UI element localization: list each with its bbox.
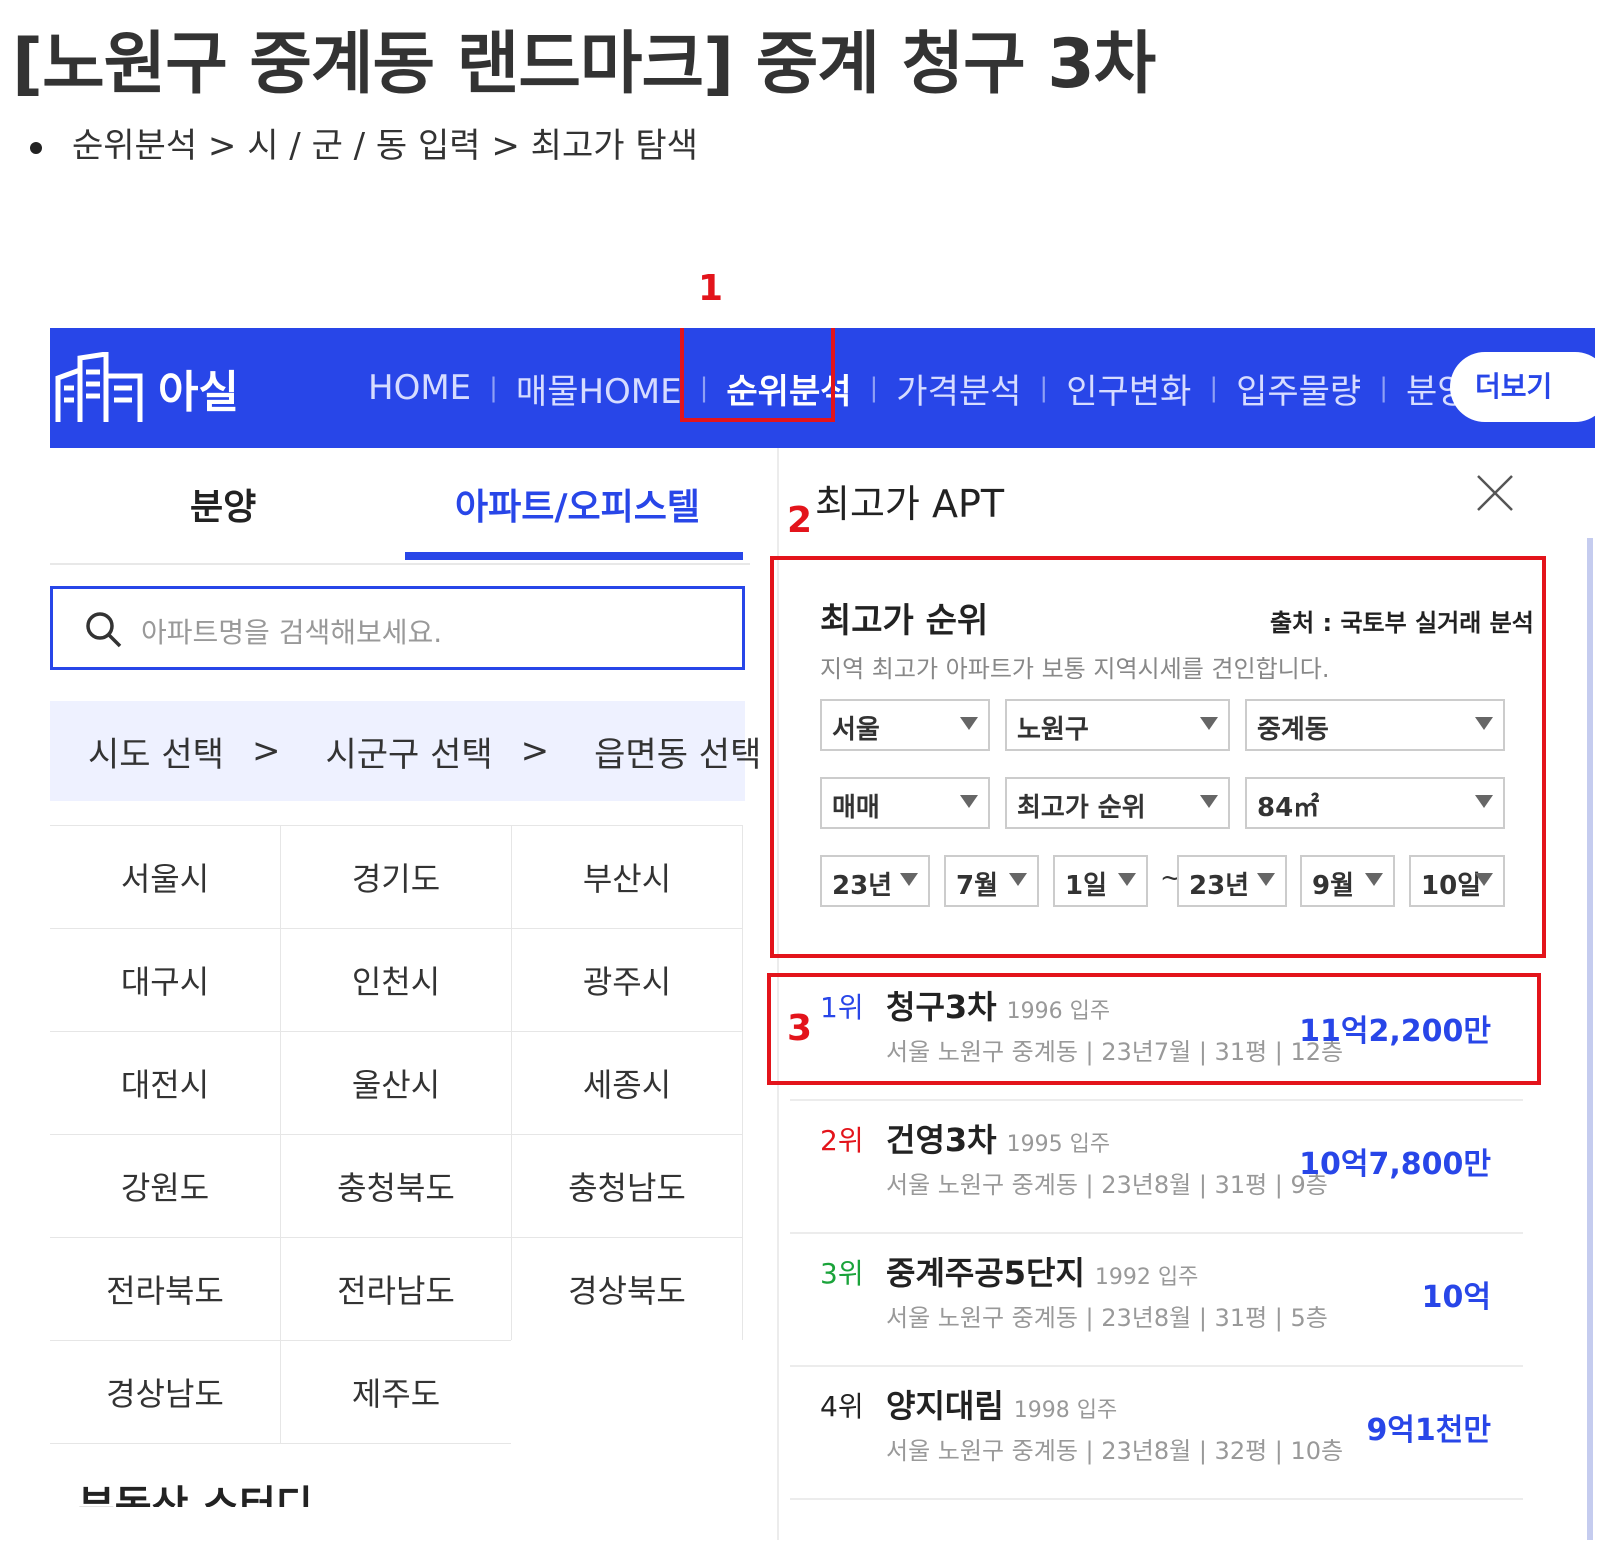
post-title: [노원구 중계동 랜드마크] 중계 청구 3차 <box>12 25 1156 104</box>
rank-number: 3위 <box>820 1257 864 1290</box>
chevron-right-icon: > <box>251 731 281 771</box>
region-cell[interactable]: 인천시 <box>280 928 512 1032</box>
chevron-right-icon: > <box>520 731 550 771</box>
annotation-number-2: 2 <box>787 500 813 541</box>
rank-row[interactable]: 3위 중계주공5단지 1992 입주서울 노원구 중계동 | 23년8월 | 31평… <box>790 1234 1523 1367</box>
rank-row[interactable]: 2위 건영3차 1995 입주서울 노원구 중계동 | 23년8월 | 31평 | … <box>790 1101 1523 1234</box>
region-cell[interactable]: 광주시 <box>511 928 743 1032</box>
nav-separator: | <box>489 373 498 403</box>
region-cell[interactable]: 제주도 <box>280 1340 512 1444</box>
region-cell[interactable]: 충청북도 <box>280 1134 512 1238</box>
annotation-number-1: 1 <box>698 268 724 309</box>
more-button[interactable]: 더보기 <box>1450 352 1595 422</box>
apartment-name: 건영3차 1995 입주 <box>886 1115 1110 1161</box>
price: 10억 <box>1421 1280 1491 1315</box>
apartment-name-text: 양지대림 <box>886 1387 1004 1425</box>
step-sido[interactable]: 시도 선택 <box>88 727 224 776</box>
type-tabs: 분양 아파트/오피스텔 <box>50 448 750 565</box>
region-cell[interactable]: 서울시 <box>50 825 281 929</box>
region-cell[interactable]: 전라남도 <box>280 1237 512 1341</box>
region-cell[interactable]: 대전시 <box>50 1031 281 1135</box>
apartment-name-text: 중계주공5단지 <box>886 1254 1085 1292</box>
region-step-bar: 시도 선택 > 시군구 선택 > 읍면동 선택 <box>50 701 761 801</box>
nav-item-1[interactable]: 매물HOME <box>498 364 700 413</box>
annotation-number-3: 3 <box>787 1008 813 1049</box>
transaction-info: 서울 노원구 중계동 | 23년8월 | 31평 | 9층 <box>886 1171 1328 1199</box>
region-cell-empty <box>511 1340 743 1444</box>
region-cell[interactable]: 경상북도 <box>511 1237 743 1341</box>
apartment-name: 중계주공5단지 1992 입주 <box>886 1248 1198 1294</box>
annotation-box-3 <box>767 973 1541 1085</box>
nav-item-3[interactable]: 가격분석 <box>878 364 1039 413</box>
active-tab-indicator <box>405 552 743 560</box>
close-icon[interactable] <box>1475 473 1515 513</box>
transaction-info: 서울 노원구 중계동 | 23년8월 | 31평 | 5층 <box>886 1304 1328 1332</box>
built-year: 1998 입주 <box>1013 1398 1118 1423</box>
apartment-search-input[interactable]: 아파트명을 검색해보세요. <box>50 586 745 670</box>
tab-presale[interactable]: 분양 <box>190 478 256 530</box>
step-sigungu[interactable]: 시군구 선택 <box>325 727 492 776</box>
region-cell[interactable]: 세종시 <box>511 1031 743 1135</box>
logo[interactable]: 아실 <box>54 346 239 430</box>
logo-text: 아실 <box>158 367 239 418</box>
search-icon <box>86 612 122 648</box>
screenshot-region: 아실 HOME | 매물HOME | 순위분석 | 가격분석 | 인구변화 | 입주물량 | 분양 더보… <box>50 328 1595 1540</box>
nav-separator: | <box>1039 373 1049 403</box>
search-placeholder: 아파트명을 검색해보세요. <box>141 616 443 649</box>
bullet-icon <box>30 141 42 154</box>
price: 10억7,800만 <box>1299 1147 1491 1182</box>
built-year: 1995 입주 <box>1006 1132 1111 1157</box>
nav-separator: | <box>869 373 879 403</box>
apartment-name-text: 건영3차 <box>886 1121 997 1159</box>
region-cell[interactable]: 충청남도 <box>511 1134 743 1238</box>
built-year: 1992 입주 <box>1094 1265 1199 1290</box>
step-eupmyeondong[interactable]: 읍면동 선택 <box>594 727 761 776</box>
region-cell[interactable]: 경상남도 <box>50 1340 281 1444</box>
rank-row[interactable]: 4위 양지대림 1998 입주서울 노원구 중계동 | 23년8월 | 32평 | … <box>790 1367 1523 1500</box>
region-grid: 서울시 경기도 부산시 대구시 인천시 광주시 대전시 울산시 세종시 강원도 충청북도 충청남도 전라… <box>50 825 745 1444</box>
price: 9억1천만 <box>1366 1413 1491 1448</box>
rank-number: 4위 <box>820 1390 864 1423</box>
annotation-box-2 <box>770 556 1546 958</box>
annotation-box-1 <box>680 328 835 422</box>
region-cell[interactable]: 대구시 <box>50 928 281 1032</box>
tab-apartment-officetel[interactable]: 아파트/오피스텔 <box>455 478 700 530</box>
transaction-info: 서울 노원구 중계동 | 23년8월 | 32평 | 10층 <box>886 1437 1344 1465</box>
nav-item-4[interactable]: 인구변화 <box>1048 364 1209 413</box>
nav-item-5[interactable]: 입주물량 <box>1218 364 1379 413</box>
breadcrumb-text: 순위분석 > 시 / 군 / 동 입력 > 최고가 탐색 <box>72 126 698 166</box>
rank-number: 2위 <box>820 1124 864 1157</box>
nav-item-0[interactable]: HOME <box>350 368 489 408</box>
breadcrumb: 순위분석 > 시 / 군 / 동 입력 > 최고가 탐색 <box>30 118 698 167</box>
scrollbar[interactable] <box>1587 538 1593 1540</box>
right-panel-title: 최고가 APT <box>815 482 1005 526</box>
apartment-name: 양지대림 1998 입주 <box>886 1381 1117 1427</box>
nav-menu: HOME | 매물HOME | 순위분석 | 가격분석 | 인구변화 | 입주물량 | 분양 <box>350 328 1487 448</box>
region-cell[interactable]: 울산시 <box>280 1031 512 1135</box>
nav-separator: | <box>1209 373 1219 403</box>
section-heading: 부동산 스터디 <box>78 1483 313 1507</box>
region-cell[interactable]: 경기도 <box>280 825 512 929</box>
region-cell[interactable]: 전라북도 <box>50 1237 281 1341</box>
nav-separator: | <box>1379 373 1388 403</box>
building-logo-icon <box>55 352 143 422</box>
region-cell[interactable]: 강원도 <box>50 1134 281 1238</box>
region-cell[interactable]: 부산시 <box>511 825 743 929</box>
